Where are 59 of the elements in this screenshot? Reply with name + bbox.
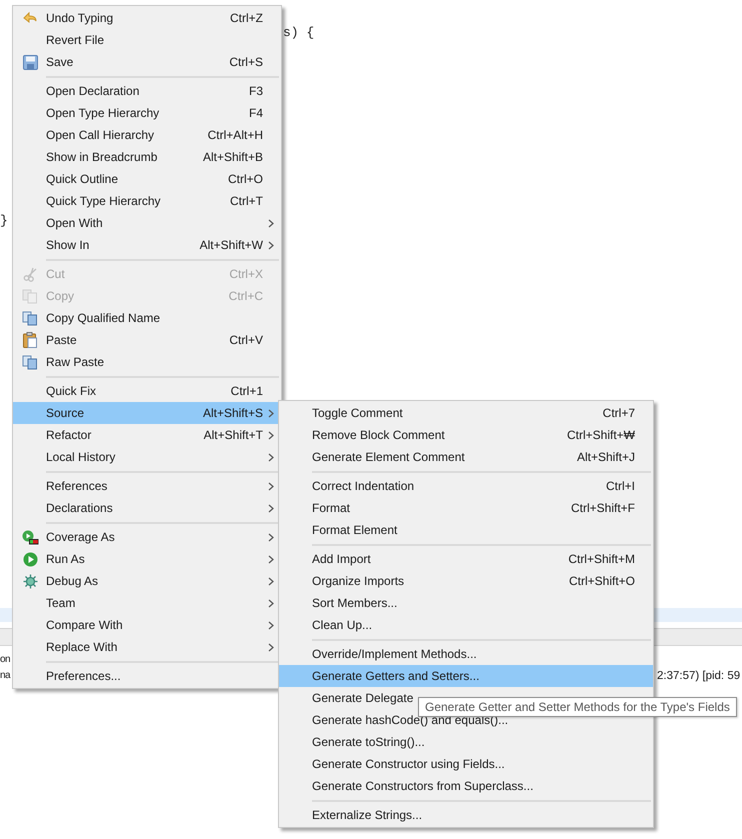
menu-item[interactable]: Remove Block Comment Ctrl+Shift+₩ xyxy=(279,424,653,446)
menu-item[interactable]: Preferences... xyxy=(13,665,281,687)
console-text: on xyxy=(0,653,10,667)
menu-item[interactable]: Clean Up... xyxy=(279,614,653,636)
tooltip: Generate Getter and Setter Methods for the Type's Fields xyxy=(418,697,737,717)
menu-item[interactable]: Save Ctrl+S xyxy=(13,51,281,73)
pages-icon xyxy=(22,288,38,304)
menu-item[interactable]: Open Call Hierarchy Ctrl+Alt+H xyxy=(13,124,281,146)
menu-item[interactable]: Format Element xyxy=(279,519,653,541)
menu-item[interactable]: Override/Implement Methods... xyxy=(279,643,653,665)
menu-item[interactable]: Show In Alt+Shift+W xyxy=(13,234,281,256)
menu-item[interactable]: Format Ctrl+Shift+F xyxy=(279,497,653,519)
menu-item[interactable]: References xyxy=(13,475,281,497)
menu-item[interactable]: Quick Outline Ctrl+O xyxy=(13,168,281,190)
menu-item[interactable]: Source Alt+Shift+S xyxy=(13,402,281,424)
pages-icon xyxy=(22,310,38,326)
console-text: 2:37:57) [pid: 59 xyxy=(657,669,742,684)
menu-item[interactable]: Compare With xyxy=(13,614,281,636)
menu-item[interactable]: Paste Ctrl+V xyxy=(13,329,281,351)
menu-item[interactable]: Add Import Ctrl+Shift+M xyxy=(279,548,653,570)
bug-icon xyxy=(22,574,38,588)
run-icon xyxy=(22,552,38,566)
menu-item[interactable]: Externalize Strings... xyxy=(279,804,653,826)
menu-item[interactable]: Team xyxy=(13,592,281,614)
menu-item[interactable]: Run As xyxy=(13,548,281,570)
scissors-icon xyxy=(22,266,38,282)
menu-item[interactable]: Coverage As xyxy=(13,526,281,548)
menu-item[interactable]: Generate Getters and Setters... xyxy=(279,665,653,687)
pages-icon xyxy=(22,354,38,370)
menu-item[interactable]: Declarations xyxy=(13,497,281,519)
menu-item[interactable]: Correct Indentation Ctrl+I xyxy=(279,475,653,497)
menu-item[interactable]: Sort Members... xyxy=(279,592,653,614)
menu-item[interactable]: Toggle Comment Ctrl+7 xyxy=(279,402,653,424)
menu-item[interactable]: Generate Constructor using Fields... xyxy=(279,753,653,775)
console-text: na xyxy=(0,669,10,683)
menu-item[interactable]: Organize Imports Ctrl+Shift+O xyxy=(279,570,653,592)
menu-item[interactable]: Open Declaration F3 xyxy=(13,80,281,102)
menu-item[interactable]: Show in Breadcrumb Alt+Shift+B xyxy=(13,146,281,168)
menu-item[interactable]: Generate toString()... xyxy=(279,731,653,753)
menu-item[interactable]: Quick Fix Ctrl+1 xyxy=(13,380,281,402)
menu-item[interactable]: Raw Paste xyxy=(13,351,281,373)
undo-arrow-icon xyxy=(22,11,38,25)
save-icon xyxy=(22,54,38,70)
menu-item[interactable]: Revert File xyxy=(13,29,281,51)
menu-item[interactable]: Quick Type Hierarchy Ctrl+T xyxy=(13,190,281,212)
menu-item[interactable]: Replace With xyxy=(13,636,281,658)
menu-item[interactable]: Open Type Hierarchy F4 xyxy=(13,102,281,124)
code-line: s) { xyxy=(283,24,314,42)
menu-item[interactable]: Open With xyxy=(13,212,281,234)
coverage-icon xyxy=(22,530,38,544)
menu-item[interactable]: Local History xyxy=(13,446,281,468)
menu-item[interactable]: Copy Qualified Name xyxy=(13,307,281,329)
menu-item[interactable]: Generate Constructors from Superclass... xyxy=(279,775,653,797)
clipboard-icon xyxy=(23,332,37,348)
menu-item[interactable]: Debug As xyxy=(13,570,281,592)
menu-item[interactable]: Refactor Alt+Shift+T xyxy=(13,424,281,446)
menu-item[interactable]: Generate Element Comment Alt+Shift+J xyxy=(279,446,653,468)
code-line: } xyxy=(0,212,8,230)
menu-item[interactable]: Undo Typing Ctrl+Z xyxy=(13,7,281,29)
